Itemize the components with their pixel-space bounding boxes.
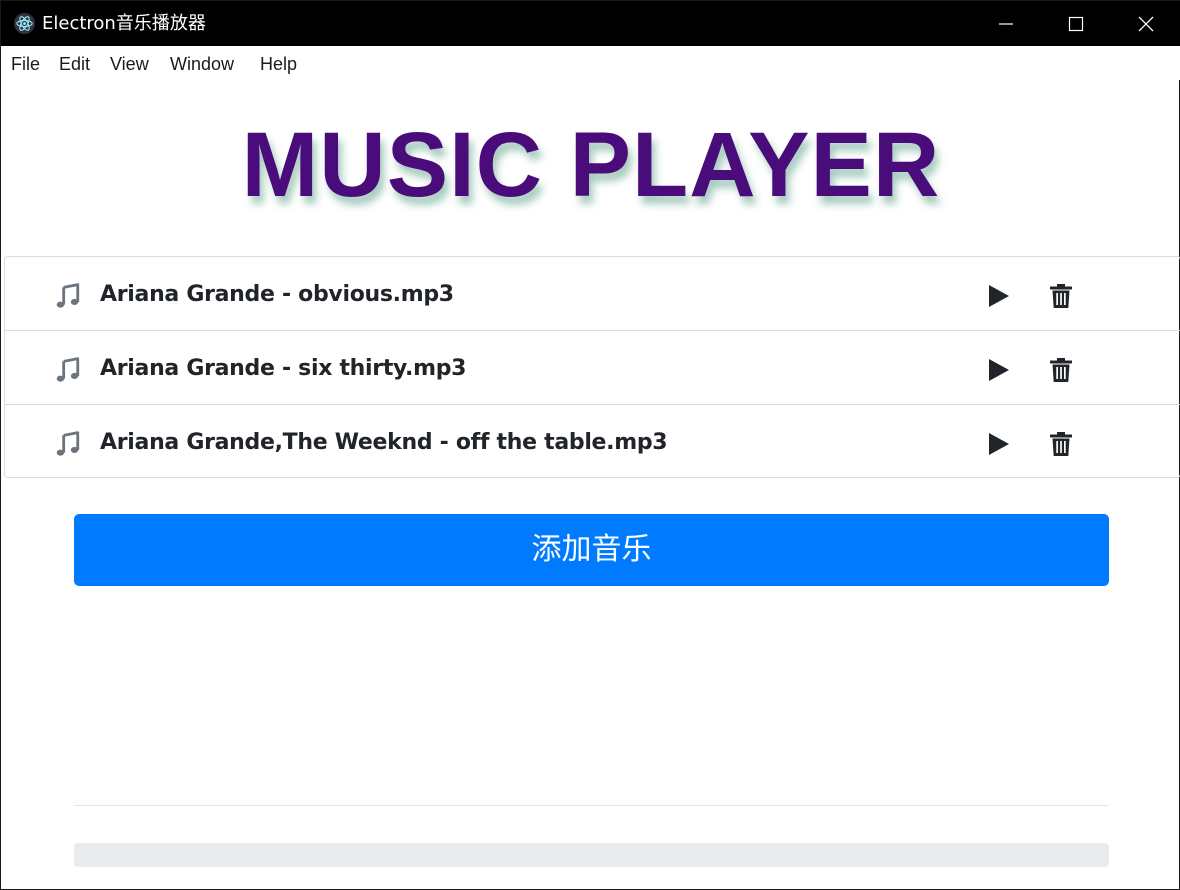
play-icon[interactable]: [983, 282, 1011, 310]
app-window: Electron音乐播放器 File Edit View Window Help…: [0, 0, 1180, 890]
menu-window[interactable]: Window: [170, 53, 234, 75]
trash-icon[interactable]: [1047, 356, 1075, 384]
add-music-button[interactable]: 添加音乐: [74, 514, 1109, 586]
maximize-button[interactable]: [1041, 1, 1111, 46]
progress-bar[interactable]: [74, 843, 1109, 867]
menu-file[interactable]: File: [11, 53, 40, 75]
music-note-icon: [56, 357, 80, 382]
title-bar: Electron音乐播放器: [1, 1, 1180, 46]
track-item[interactable]: Ariana Grande,The Weeknd - off the table…: [5, 405, 1180, 477]
app-heading: MUSIC PLAYER: [241, 114, 941, 216]
close-icon: [1138, 16, 1154, 31]
music-note-icon: [56, 283, 80, 308]
minimize-button[interactable]: [971, 1, 1041, 46]
music-note-icon: [56, 431, 80, 456]
play-icon[interactable]: [983, 430, 1011, 458]
maximize-icon: [1068, 16, 1084, 31]
track-item[interactable]: Ariana Grande - six thirty.mp3: [5, 331, 1180, 405]
trash-icon[interactable]: [1047, 430, 1075, 458]
menu-edit[interactable]: Edit: [59, 53, 90, 75]
menu-view[interactable]: View: [110, 53, 149, 75]
menu-help[interactable]: Help: [260, 53, 297, 75]
track-name: Ariana Grande - six thirty.mp3: [100, 356, 467, 381]
play-icon[interactable]: [983, 356, 1011, 384]
track-item[interactable]: Ariana Grande - obvious.mp3: [5, 257, 1180, 331]
minimize-icon: [999, 22, 1013, 25]
trash-icon[interactable]: [1047, 282, 1075, 310]
close-button[interactable]: [1111, 1, 1180, 46]
track-list: Ariana Grande - obvious.mp3 Ariana Grand…: [4, 256, 1180, 478]
track-name: Ariana Grande,The Weeknd - off the table…: [100, 430, 668, 455]
electron-logo-icon: [13, 12, 36, 35]
window-title: Electron音乐播放器: [42, 13, 206, 34]
track-name: Ariana Grande - obvious.mp3: [100, 282, 454, 307]
menu-bar: File Edit View Window Help: [1, 46, 1180, 80]
divider: [74, 805, 1109, 806]
